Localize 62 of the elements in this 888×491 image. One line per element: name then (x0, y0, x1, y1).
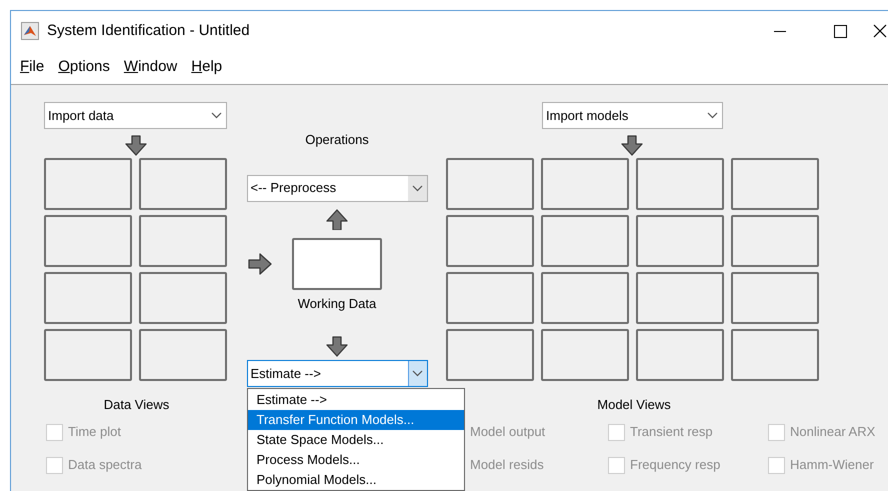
dropdown-option[interactable]: Polynomial Models... (248, 470, 464, 490)
view-slot[interactable] (446, 215, 534, 267)
view-slot[interactable] (541, 215, 629, 267)
view-slot[interactable] (541, 272, 629, 324)
checkbox-label: Frequency resp (630, 456, 720, 474)
view-slot[interactable] (44, 329, 132, 381)
dropdown-option[interactable]: Estimate --> (248, 390, 464, 410)
checkbox-label: Data spectra (68, 456, 142, 474)
view-slot[interactable] (541, 158, 629, 210)
view-slot[interactable] (139, 272, 227, 324)
dropdown[interactable]: Import data (44, 102, 227, 129)
view-slot[interactable] (636, 215, 724, 267)
right-arrow-icon (248, 252, 272, 274)
dropdown-option[interactable]: Process Models... (248, 450, 464, 470)
checkbox-label: Nonlinear ARX (790, 423, 876, 442)
checkbox-label: Time plot (68, 423, 121, 442)
down-arrow-icon (621, 135, 643, 156)
close-icon (872, 24, 888, 38)
view-slot[interactable] (139, 215, 227, 267)
view-slot[interactable] (44, 215, 132, 267)
up-arrow-icon (326, 208, 348, 230)
menu-item[interactable]: Options (58, 56, 110, 79)
section-title: Model Views (596, 396, 672, 414)
dropdown[interactable]: Estimate --> (246, 360, 428, 387)
chevron-down-icon (211, 112, 222, 119)
down-arrow-icon (125, 135, 147, 156)
app-logo-icon (21, 22, 39, 40)
view-slot[interactable] (446, 329, 534, 381)
chevron-down-icon (707, 112, 718, 119)
menu-item[interactable]: File (20, 56, 44, 79)
view-slot[interactable] (44, 272, 132, 324)
view-slot[interactable] (446, 158, 534, 210)
view-slot[interactable] (636, 329, 724, 381)
view-slot[interactable] (44, 158, 132, 210)
view-slot[interactable] (446, 272, 534, 324)
view-slot[interactable] (636, 158, 724, 210)
section-title: Data Views (102, 396, 170, 414)
menu-item[interactable]: Window (124, 56, 178, 79)
window-title: System Identification - Untitled (47, 20, 250, 41)
down-arrow-icon (326, 336, 348, 357)
menu-item[interactable]: Help (191, 56, 222, 79)
view-slot[interactable] (731, 158, 819, 210)
working-data-slot[interactable] (292, 238, 382, 290)
dropdown[interactable]: <-- Preprocess (246, 174, 428, 202)
view-slot[interactable] (731, 329, 819, 381)
checkbox-label: Model output (470, 423, 546, 442)
slot-label: Working Data (298, 294, 376, 313)
view-slot[interactable] (731, 272, 819, 324)
view-slot[interactable] (636, 272, 724, 324)
dropdown[interactable]: Import models (542, 102, 723, 129)
view-slot[interactable] (139, 158, 227, 210)
chevron-down-icon (412, 184, 422, 192)
view-slot[interactable] (731, 215, 819, 267)
chevron-down-icon (412, 370, 423, 377)
checkbox-label: Hamm-Wiener (790, 456, 874, 474)
checkbox-label: Transient resp (630, 423, 713, 442)
view-slot[interactable] (139, 329, 227, 381)
dropdown-option[interactable]: State Space Models... (248, 430, 464, 450)
dropdown-option[interactable]: Transfer Function Models... (248, 410, 464, 430)
section-title: Operations (305, 131, 369, 149)
checkbox-label: Model resids (470, 456, 544, 474)
view-slot[interactable] (541, 329, 629, 381)
